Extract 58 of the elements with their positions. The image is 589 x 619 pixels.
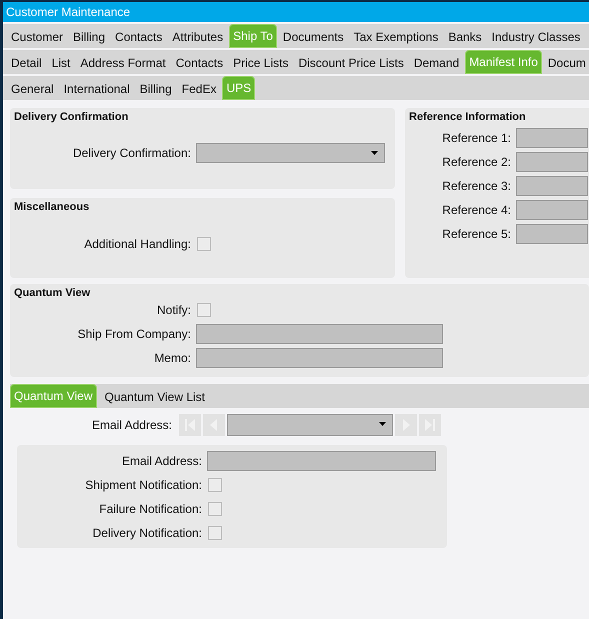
input-field[interactable]	[196, 348, 443, 368]
tab[interactable]: International	[60, 78, 134, 100]
group-title: Miscellaneous	[13, 200, 90, 215]
input-field[interactable]	[516, 128, 588, 148]
field-label: Reference 2:	[441, 155, 512, 169]
field-label: Memo:	[153, 351, 192, 365]
tab[interactable]: Attributes	[168, 26, 228, 48]
group-title: Delivery Confirmation	[13, 110, 130, 125]
dropdown-field[interactable]	[227, 414, 393, 436]
caret-icon	[379, 422, 386, 426]
tab[interactable]: Tax Exemptions	[350, 26, 442, 48]
field-label: Email Address:	[90, 418, 173, 432]
field-label: Reference 4:	[441, 203, 512, 217]
tab[interactable]: Discount Price Lists	[294, 52, 408, 74]
tab[interactable]: Detail	[7, 52, 46, 74]
tab[interactable]: Industry Classes	[488, 26, 584, 48]
field-label: Reference 3:	[441, 179, 512, 193]
tab[interactable]: Documents	[278, 26, 348, 48]
field-label: Delivery Notification:	[92, 526, 203, 540]
input-field[interactable]	[516, 200, 588, 220]
tab[interactable]: FedEx	[178, 78, 220, 100]
tab[interactable]: Demand	[410, 52, 464, 74]
checkbox[interactable]	[197, 303, 211, 317]
checkbox[interactable]	[208, 526, 222, 540]
tab[interactable]: List	[48, 52, 74, 74]
input-field[interactable]	[516, 176, 588, 196]
tab[interactable]: Customer	[7, 26, 68, 48]
tab[interactable]: Docum	[544, 52, 589, 74]
tab[interactable]: Banks	[444, 26, 486, 48]
tab[interactable]: Billing	[136, 78, 176, 100]
field-label: Notify:	[156, 303, 192, 317]
field-label: Failure Notification:	[98, 502, 203, 516]
field-label: Shipment Notification:	[84, 478, 203, 492]
input-field[interactable]	[516, 224, 588, 244]
input-field[interactable]	[516, 152, 588, 172]
caret-icon	[371, 151, 378, 155]
checkbox[interactable]	[197, 237, 211, 251]
dropdown-field[interactable]	[196, 143, 385, 163]
tab[interactable]: Billing	[69, 26, 110, 48]
input-field[interactable]	[207, 451, 436, 471]
tab[interactable]: Contacts	[111, 26, 166, 48]
checkbox[interactable]	[208, 478, 222, 492]
field-label: Ship From Company:	[76, 327, 192, 341]
field-label: Delivery Confirmation:	[72, 146, 192, 160]
field-label: Reference 5:	[441, 227, 512, 241]
tab[interactable]: Quantum View List	[100, 386, 209, 408]
checkbox[interactable]	[208, 502, 222, 516]
group-title: Quantum View	[13, 286, 92, 301]
input-field[interactable]	[196, 324, 443, 344]
tab[interactable]: General	[7, 78, 58, 100]
tab[interactable]: Price Lists	[229, 52, 292, 74]
window-title: Customer Maintenance	[3, 0, 589, 22]
field-label: Email Address:	[120, 454, 203, 468]
field-label: Additional Handling:	[83, 237, 192, 251]
group-title: Reference Information	[408, 110, 527, 125]
field-label: Reference 1:	[441, 131, 512, 145]
tab[interactable]: Address Format	[76, 52, 170, 74]
tab[interactable]: Contacts	[172, 52, 228, 74]
